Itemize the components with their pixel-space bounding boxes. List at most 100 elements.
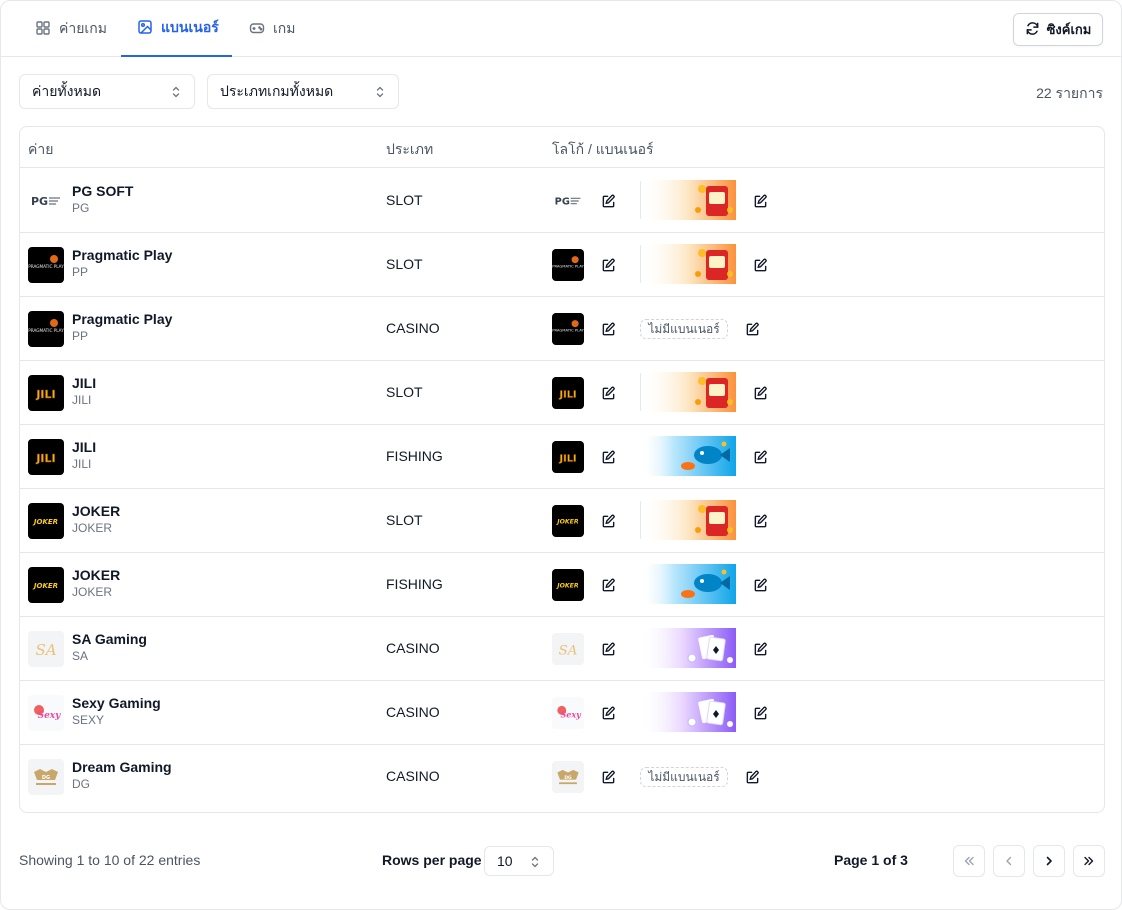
rows-per-page-label: Rows per page: [382, 852, 482, 868]
logo-thumbnail: PRAGMATIC PLAY: [552, 249, 584, 281]
rows-per-page-value: 10: [497, 853, 513, 869]
edit-icon: [753, 642, 768, 657]
edit-icon: [753, 514, 768, 529]
logo-text: JILI: [558, 389, 576, 400]
logo-thumbnail: JOKER: [552, 505, 584, 537]
no-banner-badge: ไม่มีแบนเนอร์: [640, 319, 728, 339]
provider-code: JOKER: [72, 585, 113, 599]
edit-logo-button[interactable]: [598, 383, 618, 403]
edit-banner-button[interactable]: [742, 767, 762, 787]
logo-text: PG: [31, 195, 48, 208]
provider-name: JILI: [72, 439, 97, 455]
table-row: PG PG SOFT PG SLOT PG: [20, 169, 1104, 233]
banner-image: [640, 564, 736, 604]
logo-text: PRAGMATIC PLAY: [552, 265, 584, 269]
table-row: PRAGMATIC PLAY Pragmatic Play PP CASINO PRAG…: [20, 297, 1104, 361]
edit-logo-button[interactable]: [598, 767, 618, 787]
previous-page-button[interactable]: [993, 845, 1025, 877]
banner-image: [640, 372, 736, 412]
tab-banners[interactable]: แบนเนอร์: [121, 1, 232, 57]
logo-text: PRAGMATIC PLAY: [28, 264, 64, 269]
table-row: DG Dream Gaming DG CASINO DG ไม่มีแบนเนอร์: [20, 745, 1104, 809]
provider-code: SEXY: [72, 713, 105, 727]
tab-games[interactable]: เกม: [233, 1, 312, 57]
provider-logo: JILI: [28, 439, 64, 475]
no-banner-badge: ไม่มีแบนเนอร์: [640, 767, 728, 787]
provider-name: PG SOFT: [72, 183, 134, 199]
table-header: ค่าย ประเภท โลโก้ / แบนเนอร์: [20, 127, 1104, 168]
edit-logo-button[interactable]: [598, 191, 618, 211]
logo-thumbnail: Sexy: [552, 697, 584, 729]
provider-name: Pragmatic Play: [72, 311, 173, 327]
rows-per-page-select[interactable]: 10: [484, 846, 554, 876]
chevron-updown-icon: [531, 856, 539, 868]
provider-name: Pragmatic Play: [72, 247, 173, 263]
refresh-icon: [1025, 21, 1040, 39]
banner-image: [640, 692, 736, 732]
edit-logo-button[interactable]: [598, 255, 618, 275]
edit-banner-button[interactable]: [750, 255, 770, 275]
page-info: Page 1 of 3: [834, 852, 908, 868]
game-type: SLOT: [386, 256, 423, 272]
edit-logo-button[interactable]: [598, 511, 618, 531]
edit-icon: [753, 706, 768, 721]
provider-code: PP: [72, 265, 89, 279]
logo-thumbnail: DG: [552, 761, 584, 793]
provider-code: DG: [72, 777, 90, 791]
edit-logo-button[interactable]: [598, 639, 618, 659]
edit-logo-button[interactable]: [598, 703, 618, 723]
table-row: JOKER JOKER JOKER FISHING JOKER: [20, 553, 1104, 617]
game-type: SLOT: [386, 384, 423, 400]
edit-banner-button[interactable]: [750, 447, 770, 467]
provider-logo: JILI: [28, 375, 64, 411]
banner-image: [640, 244, 736, 284]
edit-icon: [745, 770, 760, 785]
provider-logo: PG: [28, 183, 64, 219]
banner-image: [640, 628, 736, 668]
table-row: SA SA Gaming SA CASINO SA: [20, 617, 1104, 681]
edit-banner-button[interactable]: [750, 191, 770, 211]
provider-code: JOKER: [72, 521, 113, 535]
logo-thumbnail: PRAGMATIC PLAY: [552, 313, 584, 345]
edit-icon: [601, 450, 616, 465]
game-type-filter-select[interactable]: ประเภทเกมทั้งหมด: [207, 74, 399, 109]
tab-providers[interactable]: ค่ายเกม: [19, 1, 123, 57]
edit-logo-button[interactable]: [598, 575, 618, 595]
tab-label: แบนเนอร์: [161, 19, 219, 35]
provider-code: PP: [72, 329, 89, 343]
edit-banner-button[interactable]: [750, 511, 770, 531]
edit-banner-button[interactable]: [742, 319, 762, 339]
chevron-updown-icon: [376, 86, 384, 98]
edit-logo-button[interactable]: [598, 447, 618, 467]
provider-filter-select[interactable]: ค่ายทั้งหมด: [19, 74, 195, 109]
banner-image: [640, 436, 736, 476]
sync-games-button[interactable]: ซิงค์เกม: [1013, 13, 1103, 46]
edit-logo-button[interactable]: [598, 319, 618, 339]
entries-summary: Showing 1 to 10 of 22 entries: [19, 852, 201, 868]
edit-icon: [601, 706, 616, 721]
provider-name: SA Gaming: [72, 631, 147, 647]
edit-banner-button[interactable]: [750, 383, 770, 403]
edit-banner-button[interactable]: [750, 703, 770, 723]
first-page-button[interactable]: [953, 845, 985, 877]
table-row: JOKER JOKER JOKER SLOT JOKER: [20, 489, 1104, 553]
next-page-button[interactable]: [1033, 845, 1065, 877]
edit-banner-button[interactable]: [750, 575, 770, 595]
chevrons-right-icon: [1084, 856, 1094, 866]
provider-name: Dream Gaming: [72, 759, 172, 775]
game-type-filter-value: ประเภทเกมทั้งหมด: [220, 82, 334, 99]
gamepad-icon: [249, 20, 265, 39]
chevron-left-icon: [1006, 856, 1012, 866]
provider-code: PG: [72, 201, 90, 215]
logo-text: JILI: [558, 453, 576, 464]
last-page-button[interactable]: [1073, 845, 1105, 877]
edit-icon: [601, 514, 616, 529]
logo-text: DG: [42, 775, 50, 781]
logo-text: JILI: [35, 452, 55, 465]
logo-text: DG: [564, 775, 572, 781]
table-row: JILI JILI JILI FISHING JILI: [20, 425, 1104, 489]
edit-banner-button[interactable]: [750, 639, 770, 659]
banner-table: ค่าย ประเภท โลโก้ / แบนเนอร์ PG PG SOFT PG…: [19, 126, 1105, 813]
edit-icon: [601, 322, 616, 337]
game-type: CASINO: [386, 320, 440, 336]
